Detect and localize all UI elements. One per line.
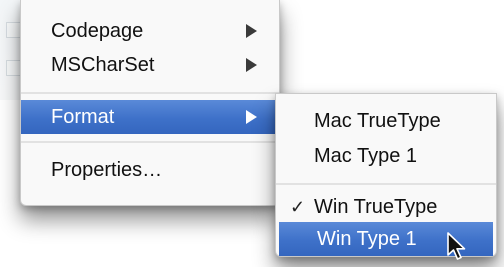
submenu-item-mac-truetype[interactable]: Mac TrueType (276, 104, 496, 138)
menu-item-label: Mac Type 1 (314, 144, 418, 167)
menu-item-label: Codepage (51, 19, 144, 42)
menu-item-properties[interactable]: Properties… (21, 153, 279, 187)
chevron-right-icon (246, 58, 257, 72)
menu-item-codepage[interactable]: Codepage (21, 14, 279, 48)
menu-item-format[interactable]: Format (21, 100, 279, 134)
mouse-pointer-icon (447, 232, 466, 260)
chevron-right-icon (246, 110, 257, 124)
checkmark-icon: ✓ (290, 197, 306, 217)
chevron-right-icon (246, 24, 257, 38)
screen: Codepage MSCharSet Format Properties… Ma… (0, 0, 504, 267)
menu-item-label: Win Type 1 (317, 227, 417, 250)
menu-separator (276, 183, 496, 185)
menu-separator (21, 141, 279, 143)
menu-item-label: Format (51, 105, 115, 128)
menu-item-label: MSCharSet (51, 53, 155, 76)
menu-item-label: Win TrueType (314, 195, 438, 218)
menu-item-label: Mac TrueType (314, 109, 441, 132)
menu-separator (21, 92, 279, 94)
context-menu: Codepage MSCharSet Format Properties… (20, 0, 280, 206)
submenu-item-win-truetype[interactable]: ✓ Win TrueType (276, 190, 496, 224)
submenu-item-mac-type1[interactable]: Mac Type 1 (276, 139, 496, 173)
menu-item-label: Properties… (51, 158, 163, 181)
menu-item-mscharset[interactable]: MSCharSet (21, 48, 279, 82)
